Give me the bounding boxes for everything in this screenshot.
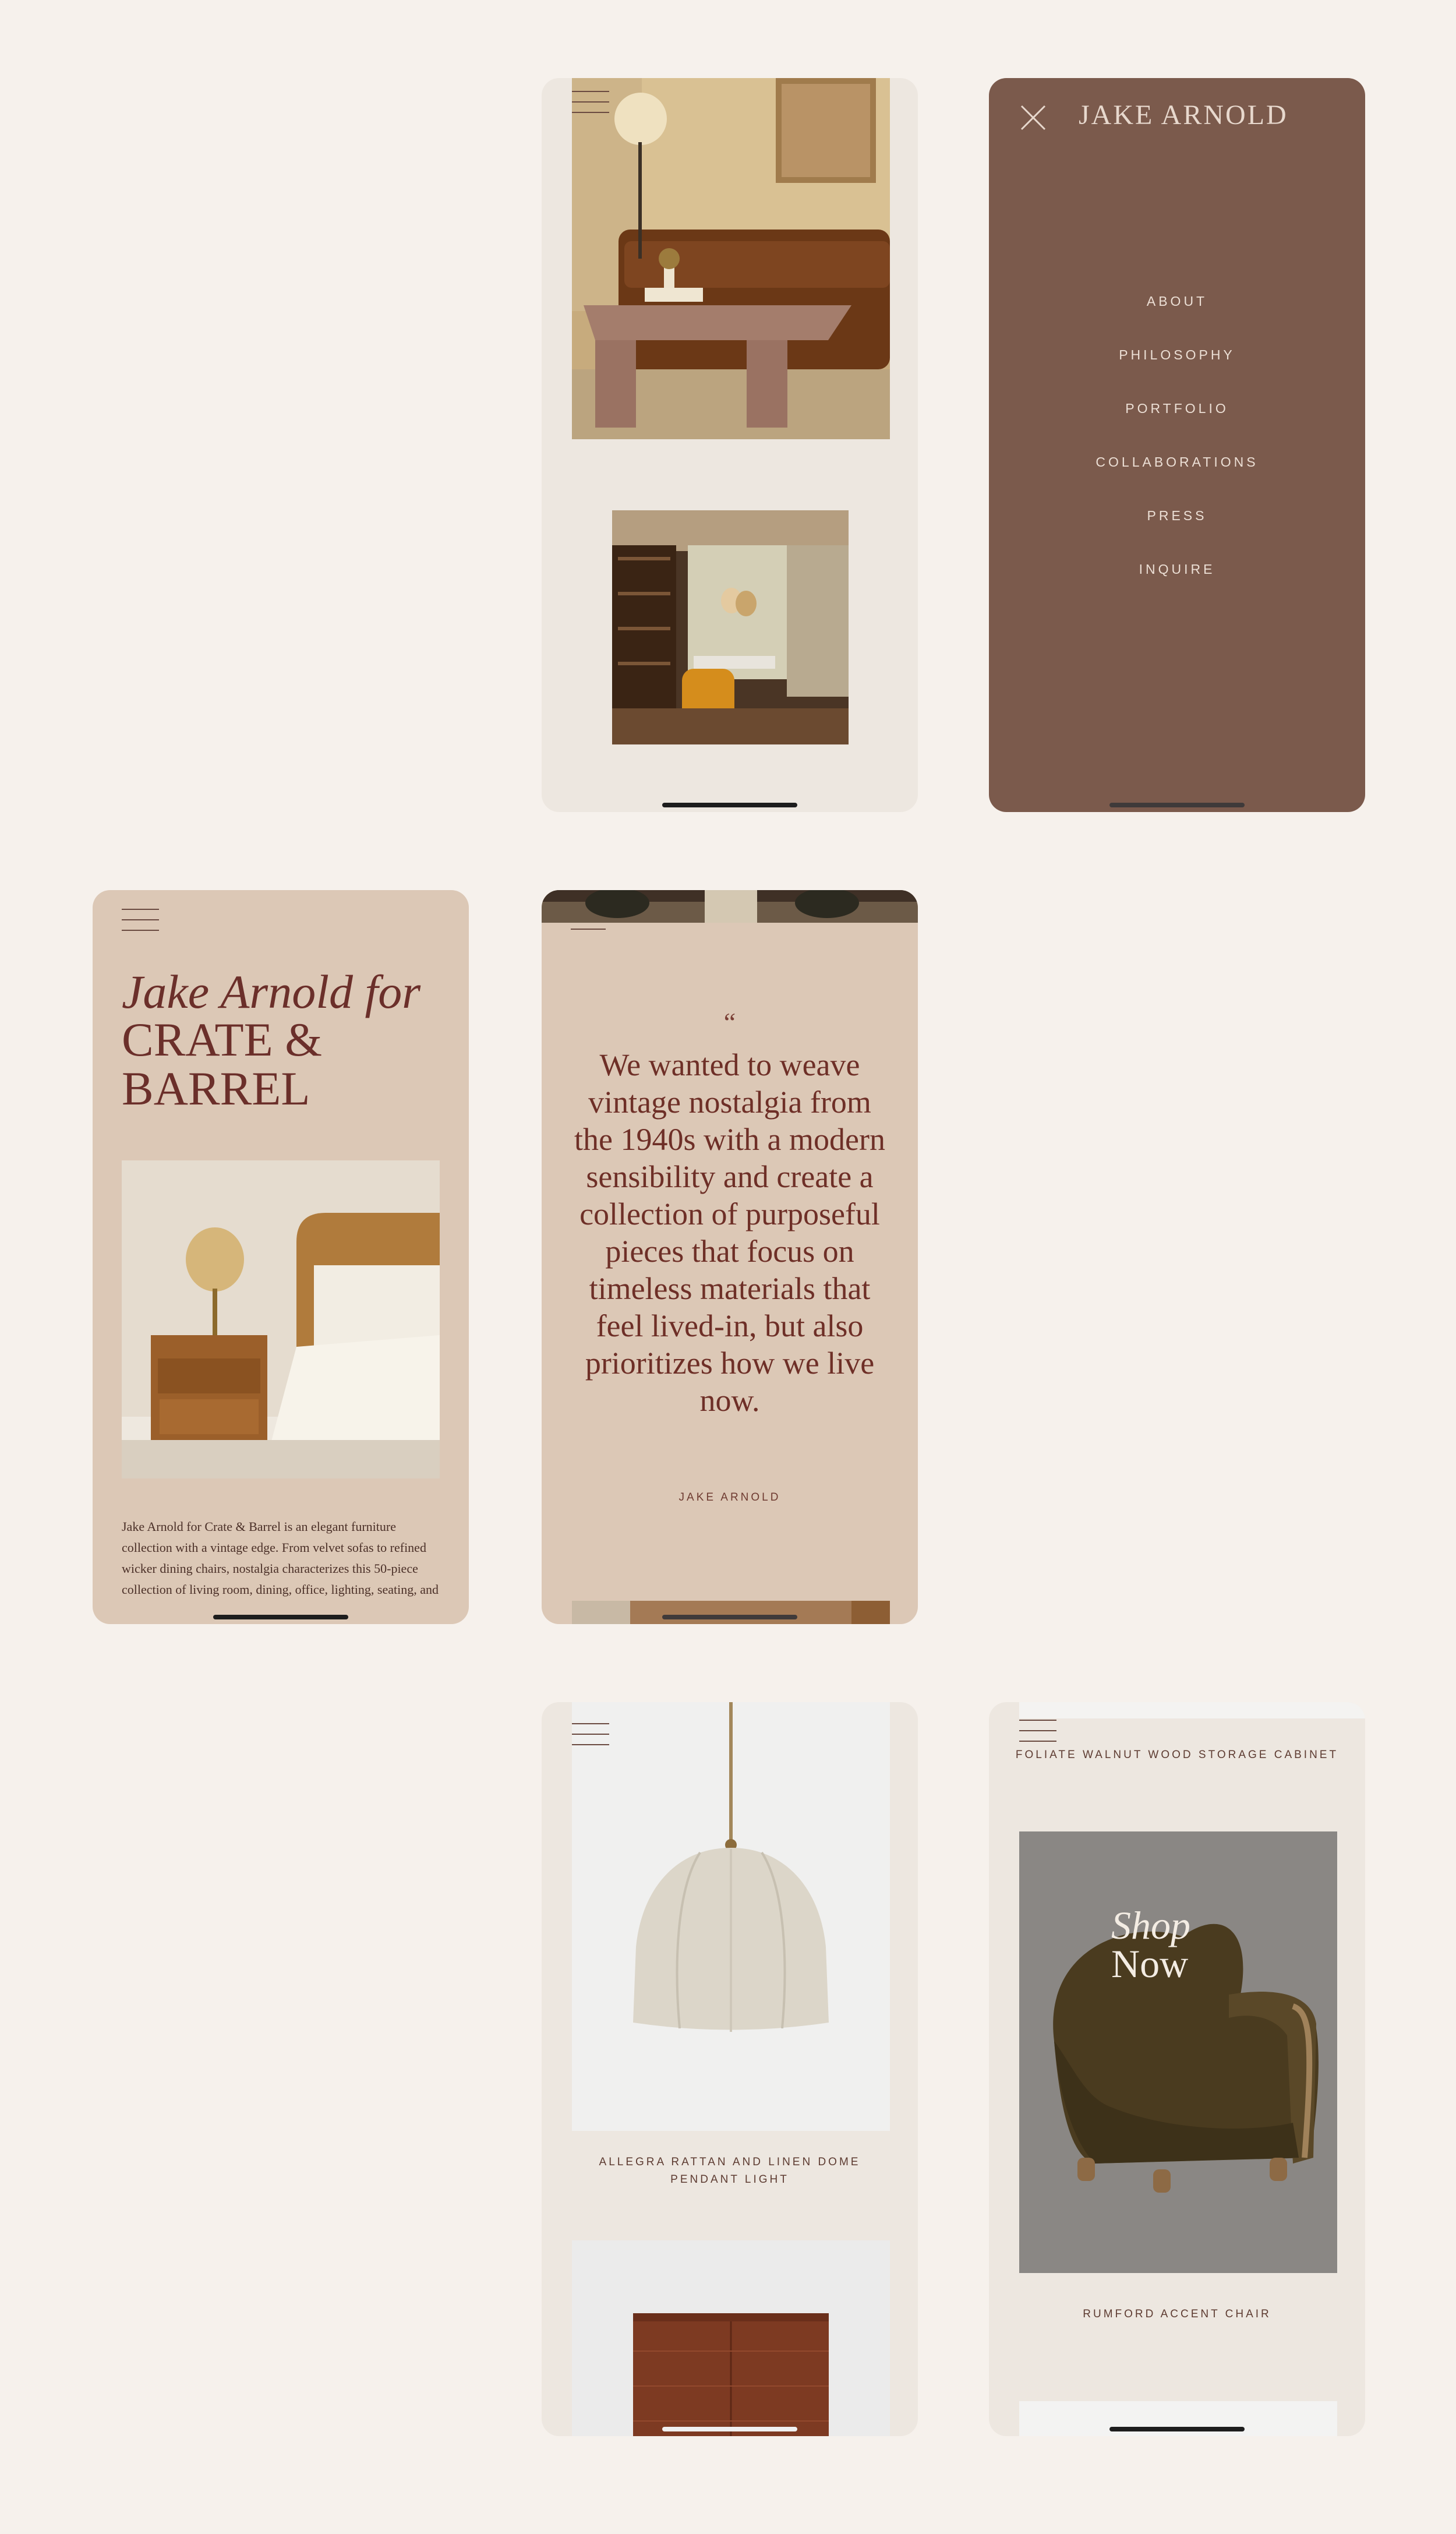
home-indicator xyxy=(662,1615,797,1619)
phone-screen-quote: “ We wanted to weave vintage nostalgia f… xyxy=(542,890,918,1624)
phone-screen-products: ALLEGRA RATTAN AND LINEN DOME PENDANT LI… xyxy=(542,1702,918,2436)
hamburger-menu-icon[interactable] xyxy=(572,91,609,114)
hamburger-menu-icon[interactable] xyxy=(1019,1720,1056,1743)
top-white-strip xyxy=(1019,1702,1365,1718)
shop-now-link[interactable]: Shop Now xyxy=(1111,1903,1190,1986)
nav-item-collaborations[interactable]: COLLABORATIONS xyxy=(989,454,1365,508)
page-title-caps: CRATE & BARREL xyxy=(122,1013,322,1115)
pendant-light-photo[interactable] xyxy=(572,1702,890,2131)
chair-caption[interactable]: RUMFORD ACCENT CHAIR xyxy=(1012,2306,1342,2323)
nav-item-portfolio[interactable]: PORTFOLIO xyxy=(989,401,1365,454)
nav-item-press[interactable]: PRESS xyxy=(989,508,1365,562)
home-indicator xyxy=(662,803,797,807)
phone-screen-title: Jake Arnold for CRATE & BARREL Jake Arno… xyxy=(93,890,469,1624)
home-indicator xyxy=(1109,803,1245,807)
page-title-italic: Jake Arnold for xyxy=(122,965,421,1018)
nav-item-about[interactable]: ABOUT xyxy=(989,294,1365,347)
top-photo-strip xyxy=(542,890,918,923)
nav-item-inquire[interactable]: INQUIRE xyxy=(989,562,1365,615)
quote-text: We wanted to weave vintage nostalgia fro… xyxy=(574,1047,885,1418)
quote-author: JAKE ARNOLD xyxy=(678,1491,781,1504)
quote-mark: “ xyxy=(723,1007,736,1037)
storage-cabinet-photo[interactable] xyxy=(572,2240,890,2436)
brand-logo[interactable]: JAKE ARNOLD xyxy=(1079,99,1288,131)
cabinet-caption[interactable]: FOLIATE WALNUT WOOD STORAGE CABINET xyxy=(1012,1746,1342,1764)
hamburger-menu-icon[interactable] xyxy=(122,909,159,932)
shop-now-line1: Shop xyxy=(1111,1903,1190,1947)
intro-paragraph: Jake Arnold for Crate & Barrel is an ele… xyxy=(122,1519,439,1597)
shop-now-line2: Now xyxy=(1111,1942,1189,1986)
close-icon[interactable] xyxy=(1019,104,1047,132)
menu-line xyxy=(571,929,606,930)
phone-screen-gallery xyxy=(542,78,918,812)
living-room-photo xyxy=(572,78,890,439)
main-nav: ABOUT PHILOSOPHY PORTFOLIO COLLABORATION… xyxy=(989,294,1365,615)
bedroom-photo xyxy=(122,1160,440,1478)
home-indicator xyxy=(662,2427,797,2431)
nav-item-philosophy[interactable]: PHILOSOPHY xyxy=(989,347,1365,401)
pendant-caption[interactable]: ALLEGRA RATTAN AND LINEN DOME PENDANT LI… xyxy=(565,2154,895,2189)
home-indicator xyxy=(1109,2427,1245,2431)
home-indicator xyxy=(213,1615,348,1619)
dining-room-photo xyxy=(612,510,849,744)
phone-screen-menu: JAKE ARNOLD ABOUT PHILOSOPHY PORTFOLIO C… xyxy=(989,78,1365,812)
hamburger-menu-icon[interactable] xyxy=(572,1723,609,1746)
bottom-photo-strip xyxy=(572,1601,890,1624)
phone-screen-shop: FOLIATE WALNUT WOOD STORAGE CABINET Shop… xyxy=(989,1702,1365,2436)
accent-chair-photo[interactable] xyxy=(1019,1831,1337,2273)
